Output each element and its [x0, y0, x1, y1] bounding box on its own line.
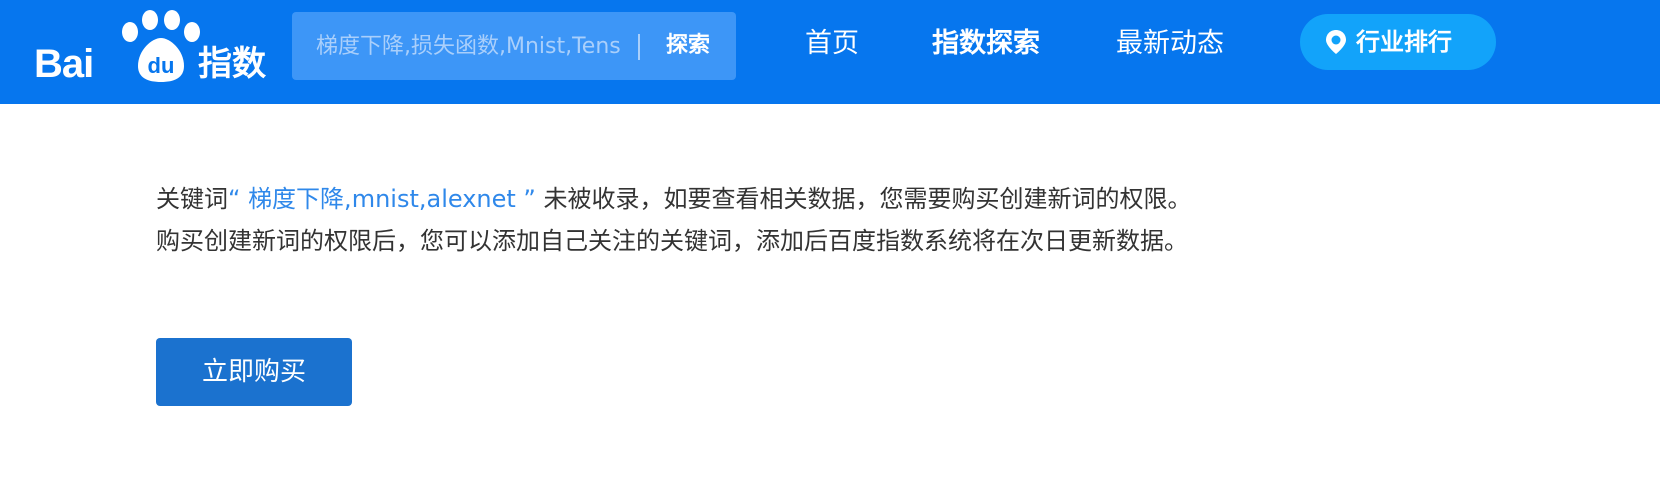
message-line-2: 购买创建新词的权限后，您可以添加自己关注的关键词，添加后百度指数系统将在次日更新…: [156, 227, 1188, 255]
keyword-suffix: 未被收录，如要查看相关数据，您需要购买创建新词的权限。: [543, 185, 1192, 213]
industry-ranking-button[interactable]: 行业排行: [1300, 14, 1496, 70]
nav-latest-news[interactable]: 最新动态: [1116, 0, 1224, 88]
rank-pin-icon: [1326, 30, 1346, 54]
logo-text-du: du: [147, 53, 175, 78]
keyword-highlight: “ 梯度下降,mnist,alexnet ”: [228, 185, 536, 213]
search-input[interactable]: [292, 12, 632, 80]
search-box: 探索: [292, 12, 736, 80]
message-line-1: 关键词“ 梯度下降,mnist,alexnet ” 未被收录，如要查看相关数据，…: [156, 178, 1556, 220]
top-navbar: Bai du 指数 探索 首页 指数探索 最新动态 行业排行: [0, 0, 1660, 104]
keyword-prefix: 关键词: [156, 185, 228, 213]
logo-text-index: 指数: [198, 44, 266, 84]
logo-text-bai: Bai: [34, 42, 94, 86]
baidu-index-logo[interactable]: Bai du 指数: [34, 10, 266, 90]
nav-home[interactable]: 首页: [805, 0, 859, 88]
buy-now-button[interactable]: 立即购买: [156, 338, 352, 406]
search-button[interactable]: 探索: [648, 12, 728, 80]
search-divider: [638, 34, 640, 60]
industry-ranking-label: 行业排行: [1356, 28, 1452, 56]
not-indexed-message: 关键词“ 梯度下降,mnist,alexnet ” 未被收录，如要查看相关数据，…: [156, 178, 1556, 262]
nav-index-explore[interactable]: 指数探索: [932, 0, 1040, 88]
